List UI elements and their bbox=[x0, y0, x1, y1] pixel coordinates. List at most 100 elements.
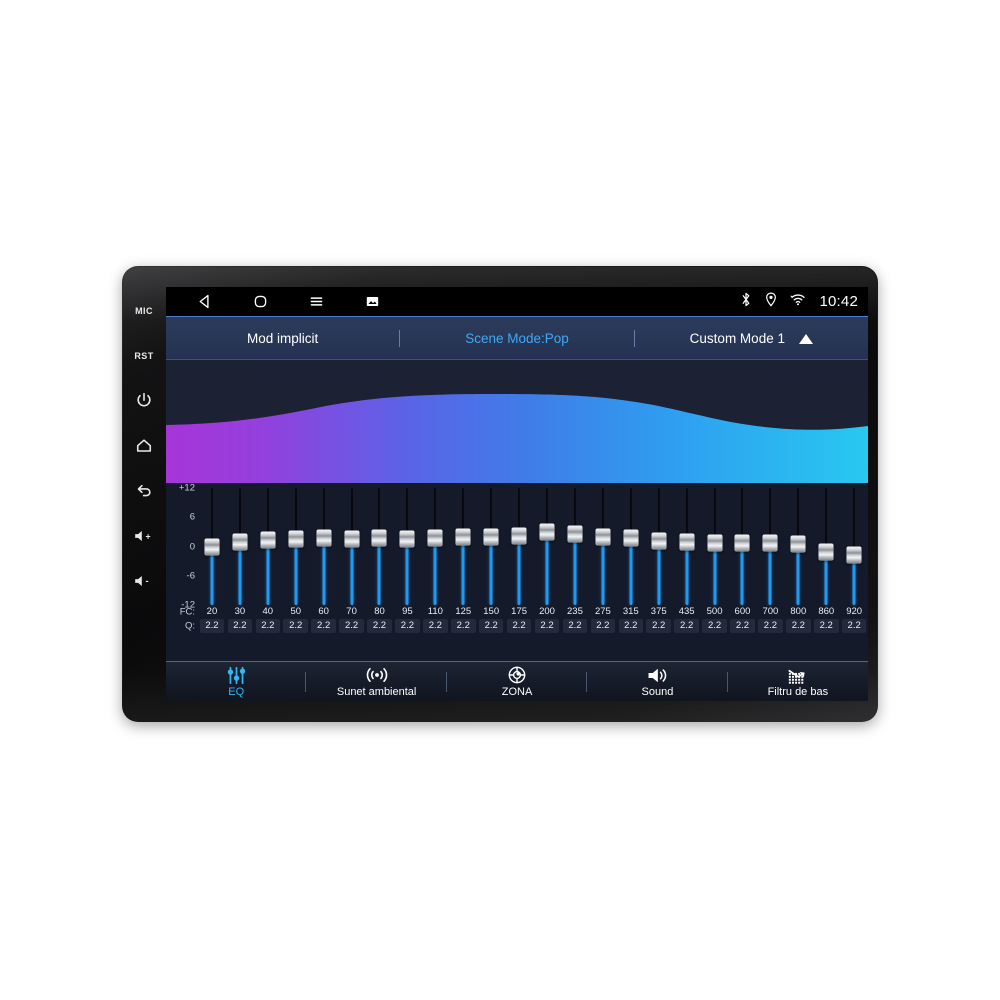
power-key[interactable] bbox=[124, 378, 164, 423]
slider-thumb[interactable] bbox=[679, 533, 695, 551]
custom-mode-button[interactable]: Custom Mode 1 bbox=[635, 317, 868, 360]
eq-band-slider[interactable] bbox=[561, 488, 589, 605]
band-q-value[interactable]: 2.2 bbox=[199, 619, 225, 633]
eq-band[interactable]: 200 2.2 bbox=[533, 483, 561, 661]
volume-down-key[interactable]: - bbox=[124, 558, 164, 603]
eq-band[interactable]: 235 2.2 bbox=[561, 483, 589, 661]
eq-band[interactable]: 20 2.2 bbox=[198, 483, 226, 661]
eq-band-slider[interactable] bbox=[701, 488, 729, 605]
eq-band-slider[interactable] bbox=[645, 488, 673, 605]
eq-band-slider[interactable] bbox=[477, 488, 505, 605]
eq-band[interactable]: 175 2.2 bbox=[505, 483, 533, 661]
band-q-value[interactable]: 2.2 bbox=[450, 619, 476, 633]
eq-band[interactable]: 800 2.2 bbox=[784, 483, 812, 661]
slider-thumb[interactable] bbox=[651, 532, 667, 550]
eq-band-slider[interactable] bbox=[226, 488, 254, 605]
eq-band-slider[interactable] bbox=[812, 488, 840, 605]
caret-up-icon[interactable] bbox=[798, 333, 813, 344]
eq-band[interactable]: 375 2.2 bbox=[645, 483, 673, 661]
band-q-value[interactable]: 2.2 bbox=[813, 619, 839, 633]
eq-band[interactable]: 860 2.2 bbox=[812, 483, 840, 661]
band-q-value[interactable]: 2.2 bbox=[423, 619, 448, 633]
eq-band-slider[interactable] bbox=[784, 488, 812, 605]
eq-band-slider[interactable] bbox=[729, 488, 757, 605]
volume-up-key[interactable]: + bbox=[124, 513, 164, 558]
reset-key[interactable]: RST bbox=[124, 333, 164, 378]
eq-band[interactable]: 700 2.2 bbox=[756, 483, 784, 661]
band-q-value[interactable]: 2.2 bbox=[283, 619, 308, 633]
back-key[interactable] bbox=[124, 468, 164, 513]
eq-band-slider[interactable] bbox=[505, 488, 533, 605]
eq-band[interactable]: 70 2.2 bbox=[338, 483, 366, 661]
nav-screenshot-icon[interactable] bbox=[344, 287, 400, 316]
slider-thumb[interactable] bbox=[371, 529, 387, 547]
eq-band[interactable]: 275 2.2 bbox=[589, 483, 617, 661]
band-q-value[interactable]: 2.2 bbox=[367, 619, 392, 633]
slider-thumb[interactable] bbox=[623, 529, 639, 547]
eq-band[interactable]: 60 2.2 bbox=[310, 483, 338, 661]
eq-band-slider[interactable] bbox=[449, 488, 477, 605]
eq-band-slider[interactable] bbox=[589, 488, 617, 605]
band-q-value[interactable]: 2.2 bbox=[534, 619, 560, 633]
eq-band[interactable]: 80 2.2 bbox=[366, 483, 394, 661]
slider-thumb[interactable] bbox=[846, 546, 862, 564]
slider-thumb[interactable] bbox=[539, 523, 555, 541]
tab-zone[interactable]: ZONA bbox=[447, 662, 588, 701]
band-q-value[interactable]: 2.2 bbox=[786, 619, 811, 633]
eq-band-slider[interactable] bbox=[282, 488, 310, 605]
eq-band-slider[interactable] bbox=[617, 488, 645, 605]
band-q-value[interactable]: 2.2 bbox=[255, 619, 281, 633]
default-mode-button[interactable]: Mod implicit bbox=[166, 317, 399, 360]
home-key[interactable] bbox=[124, 423, 164, 468]
band-q-value[interactable]: 2.2 bbox=[702, 619, 727, 633]
eq-band[interactable]: 435 2.2 bbox=[673, 483, 701, 661]
slider-thumb[interactable] bbox=[762, 534, 778, 552]
eq-band[interactable]: 40 2.2 bbox=[254, 483, 282, 661]
slider-thumb[interactable] bbox=[818, 543, 834, 561]
eq-band[interactable]: 50 2.2 bbox=[282, 483, 310, 661]
band-q-value[interactable]: 2.2 bbox=[841, 619, 867, 633]
tab-surround[interactable]: Sunet ambiental bbox=[306, 662, 447, 701]
band-q-value[interactable]: 2.2 bbox=[590, 619, 616, 633]
eq-band[interactable]: 500 2.2 bbox=[701, 483, 729, 661]
eq-band-slider[interactable] bbox=[533, 488, 561, 605]
eq-band[interactable]: 125 2.2 bbox=[449, 483, 477, 661]
eq-band-slider[interactable] bbox=[840, 488, 868, 605]
eq-band-slider[interactable] bbox=[673, 488, 701, 605]
eq-band[interactable]: 600 2.2 bbox=[729, 483, 757, 661]
tab-bass-filter[interactable]: Filtru de bas bbox=[728, 662, 868, 701]
slider-thumb[interactable] bbox=[344, 530, 360, 548]
eq-band-slider[interactable] bbox=[421, 488, 449, 605]
slider-thumb[interactable] bbox=[260, 531, 276, 549]
slider-thumb[interactable] bbox=[734, 534, 750, 552]
eq-band-slider[interactable] bbox=[366, 488, 394, 605]
tab-sound[interactable]: Sound bbox=[587, 662, 728, 701]
slider-thumb[interactable] bbox=[595, 528, 611, 546]
eq-band[interactable]: 110 2.2 bbox=[421, 483, 449, 661]
eq-band[interactable]: 920 2.2 bbox=[840, 483, 868, 661]
band-q-value[interactable]: 2.2 bbox=[730, 619, 755, 633]
eq-band-slider[interactable] bbox=[310, 488, 338, 605]
slider-thumb[interactable] bbox=[567, 525, 583, 543]
band-q-value[interactable]: 2.2 bbox=[674, 619, 699, 633]
band-q-value[interactable]: 2.2 bbox=[478, 619, 504, 633]
slider-thumb[interactable] bbox=[707, 534, 723, 552]
slider-thumb[interactable] bbox=[316, 529, 332, 547]
tab-eq[interactable]: EQ bbox=[166, 662, 307, 701]
eq-band-slider[interactable] bbox=[338, 488, 366, 605]
slider-thumb[interactable] bbox=[455, 528, 471, 546]
eq-band-slider[interactable] bbox=[198, 488, 226, 605]
band-q-value[interactable]: 2.2 bbox=[646, 619, 671, 633]
slider-thumb[interactable] bbox=[483, 528, 499, 546]
nav-menu-icon[interactable] bbox=[288, 287, 344, 316]
band-q-value[interactable]: 2.2 bbox=[311, 619, 336, 633]
band-q-value[interactable]: 2.2 bbox=[618, 619, 644, 633]
slider-thumb[interactable] bbox=[427, 529, 443, 547]
eq-band[interactable]: 95 2.2 bbox=[393, 483, 421, 661]
eq-band[interactable]: 315 2.2 bbox=[617, 483, 645, 661]
eq-band-slider[interactable] bbox=[254, 488, 282, 605]
eq-band-slider[interactable] bbox=[756, 488, 784, 605]
slider-thumb[interactable] bbox=[399, 530, 415, 548]
band-q-value[interactable]: 2.2 bbox=[758, 619, 783, 633]
band-q-value[interactable]: 2.2 bbox=[395, 619, 420, 633]
